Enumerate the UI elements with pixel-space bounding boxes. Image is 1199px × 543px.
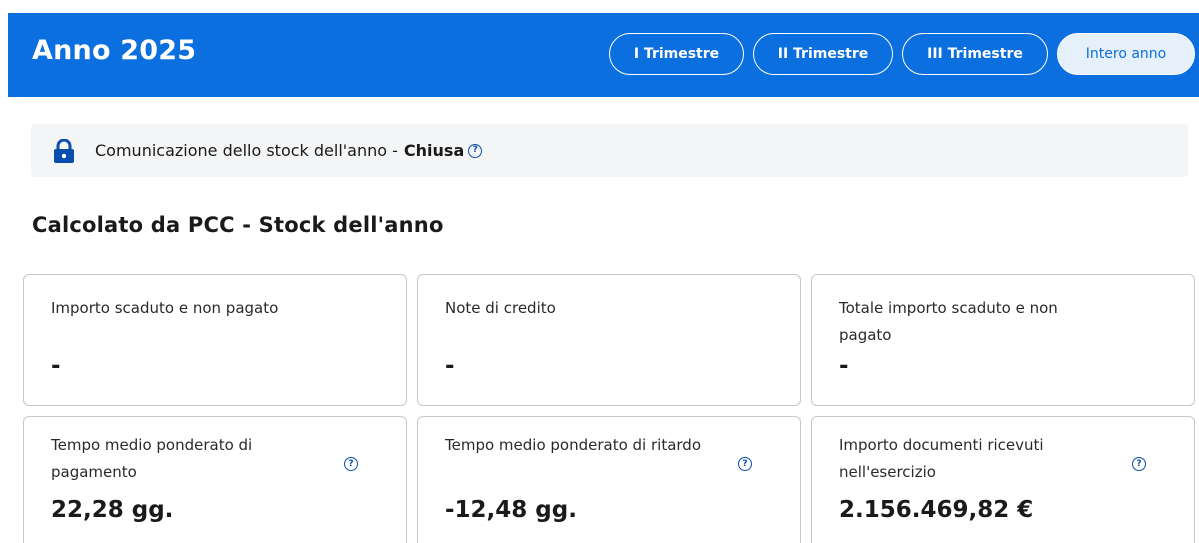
card-totale-importo-scaduto: Totale importo scaduto e non pagato - [811,274,1195,406]
card-value: -12,48 gg. [445,497,577,523]
card-label: Totale importo scaduto e non pagato [839,299,1058,344]
card-tempo-medio-pagamento: Tempo medio ponderato di pagamento ? 22,… [23,416,407,543]
period-tabs: I Trimestre II Trimestre III Trimestre I… [609,33,1195,75]
card-label: Tempo medio ponderato di ritardo [445,436,702,454]
section-title: Calcolato da PCC - Stock dell'anno [32,213,444,237]
card-value: 22,28 gg. [51,497,174,523]
card-label: Importo documenti ricevuti nell'esercizi… [839,436,1044,481]
card-tempo-medio-ritardo: Tempo medio ponderato di ritardo ? -12,4… [417,416,801,543]
help-icon[interactable]: ? [344,457,358,471]
help-icon[interactable]: ? [468,143,483,158]
card-value: - [445,353,455,379]
card-value: - [839,353,849,379]
tab-ii-trimestre[interactable]: II Trimestre [753,33,893,75]
card-importo-scaduto: Importo scaduto e non pagato - [23,274,407,406]
card-label: Importo scaduto e non pagato [51,299,279,317]
tab-i-trimestre[interactable]: I Trimestre [609,33,744,75]
card-value: 2.156.469,82 € [839,497,1034,523]
status-text: Comunicazione dello stock dell'anno - [95,141,398,160]
lock-icon [53,138,75,163]
help-icon[interactable]: ? [738,457,752,471]
help-icon[interactable]: ? [1132,457,1146,471]
card-value: - [51,353,61,379]
tab-intero-anno[interactable]: Intero anno [1057,33,1195,75]
page-title: Anno 2025 [32,35,197,66]
card-note-di-credito: Note di credito - [417,274,801,406]
page-header: Anno 2025 I Trimestre II Trimestre III T… [8,13,1199,97]
tab-iii-trimestre[interactable]: III Trimestre [902,33,1048,75]
status-state: Chiusa [403,141,465,160]
card-label: Note di credito [445,299,556,317]
card-importo-documenti-ricevuti: Importo documenti ricevuti nell'esercizi… [811,416,1195,543]
card-label: Tempo medio ponderato di pagamento [51,436,253,481]
stock-status-bar: Comunicazione dello stock dell'anno - Ch… [31,124,1188,177]
